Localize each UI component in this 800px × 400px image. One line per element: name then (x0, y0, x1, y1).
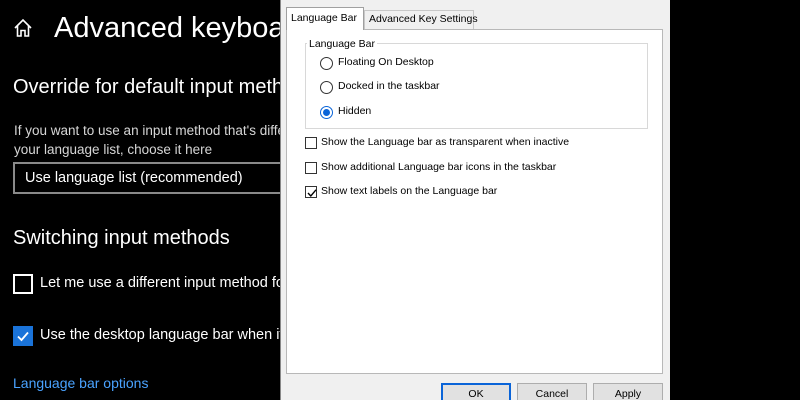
checkbox-label: Show the Language bar as transparent whe… (321, 136, 570, 148)
section-title-switching: Switching input methods (13, 227, 230, 249)
radio-label: Docked in the taskbar (338, 80, 440, 92)
page-title: Advanced keyboard (54, 12, 311, 44)
input-method-dropdown[interactable]: Use language list (recommended) (13, 162, 303, 194)
tab-language-bar[interactable]: Language Bar (286, 7, 364, 30)
checkmark-icon (307, 189, 317, 198)
checkbox-box[interactable] (305, 162, 317, 174)
apply-button[interactable]: Apply (593, 383, 663, 400)
radio-button-selected[interactable] (320, 106, 333, 119)
override-description: If you want to use an input method that'… (14, 121, 285, 159)
checkbox-label: Let me use a different input method for … (40, 275, 301, 291)
checkbox-label: Use the desktop language bar when it's a (40, 327, 306, 343)
home-icon[interactable] (12, 17, 34, 39)
checkbox-box[interactable] (13, 274, 33, 294)
checkbox-box[interactable] (305, 137, 317, 149)
checkbox-box-checked[interactable] (305, 186, 317, 198)
language-bar-dialog: Language Bar Advanced Key Settings Langu… (280, 0, 670, 400)
radio-label: Hidden (338, 105, 372, 117)
language-bar-options-link[interactable]: Language bar options (13, 375, 148, 391)
cancel-button[interactable]: Cancel (517, 383, 587, 400)
radio-label: Floating On Desktop (338, 56, 434, 68)
input-method-dropdown-value: Use language list (recommended) (25, 170, 243, 186)
section-title-override: Override for default input metho (13, 76, 295, 98)
override-description-line2: your language list, choose it here (14, 142, 213, 157)
tab-advanced-key-settings[interactable]: Advanced Key Settings (364, 10, 478, 29)
checkbox-label: Show additional Language bar icons in th… (321, 161, 557, 173)
tab-panel: Language Bar Floating On Desktop Docked … (286, 29, 663, 374)
checkbox-box-checked[interactable] (13, 326, 33, 346)
checkmark-icon (17, 331, 29, 342)
radio-button[interactable] (320, 57, 333, 70)
checkbox-label: Show text labels on the Language bar (321, 185, 498, 197)
ok-button[interactable]: OK (441, 383, 511, 400)
groupbox-title: Language Bar (307, 38, 377, 50)
override-description-line1: If you want to use an input method that'… (14, 123, 286, 138)
radio-button[interactable] (320, 81, 333, 94)
